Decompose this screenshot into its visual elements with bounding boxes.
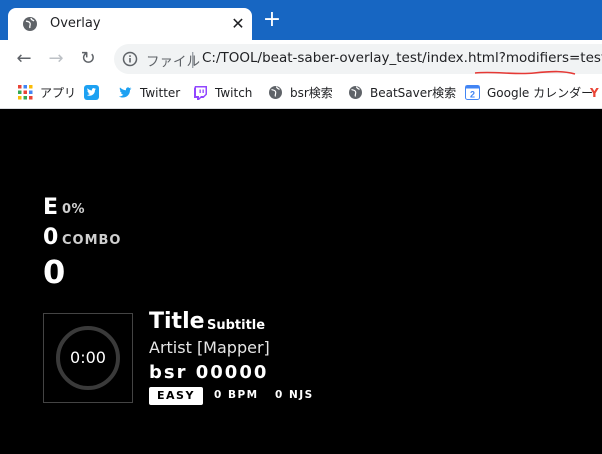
bookmark-bsr-search[interactable]: bsr検索 (268, 84, 333, 102)
globe-icon (23, 17, 37, 31)
browser-titlebar: Overlay ✕ + (0, 0, 602, 40)
browser-tab[interactable]: Overlay ✕ (8, 8, 252, 40)
song-subtitle: Subtitle (207, 318, 266, 333)
song-cover: 0:00 (43, 313, 133, 403)
njs-value: 0 NJS (275, 389, 314, 401)
bookmark-twitter-square[interactable] (84, 84, 106, 102)
song-artist: Artist [Mapper] (149, 338, 270, 357)
timer-text: 0:00 (70, 348, 106, 367)
twitch-icon (194, 86, 207, 100)
bookmark-label: BeatSaver検索 (370, 86, 457, 100)
bookmark-beatsaver-search[interactable]: BeatSaver検索 (348, 84, 456, 102)
bookmark-label: bsr検索 (290, 86, 333, 100)
new-tab-button[interactable]: + (262, 9, 282, 31)
svg-text:2: 2 (470, 90, 475, 100)
url-text[interactable]: C:/TOOL/beat-saber-overlay_test/index.ht… (202, 50, 602, 66)
tab-close-icon[interactable]: ✕ (228, 14, 248, 34)
bookmark-apps[interactable]: アプリ (18, 84, 76, 102)
score-value: 0 (43, 253, 66, 291)
info-icon[interactable] (122, 51, 138, 67)
bookmark-twitch[interactable]: Twitch (193, 84, 252, 102)
forward-button[interactable]: → (46, 49, 66, 69)
reload-button[interactable]: ↻ (78, 49, 98, 69)
back-button[interactable]: ← (14, 49, 34, 69)
bookmark-twitter[interactable]: Twitter (118, 84, 180, 102)
percentage-label: 0% (62, 202, 86, 217)
globe-icon (349, 86, 362, 99)
combo-label: COMBO (62, 233, 122, 248)
bookmark-label: Twitter (140, 86, 181, 100)
combo-count: 0 (43, 225, 59, 250)
url-separator: | (190, 49, 196, 68)
bookmark-label: Google カレンダー (487, 86, 594, 100)
apps-icon (18, 85, 33, 100)
bookmark-label: Twitch (215, 86, 253, 100)
google-calendar-icon: 2 (465, 85, 480, 100)
bpm-value: 0 BPM (214, 389, 259, 401)
bsr-code: bsr 00000 (149, 362, 269, 383)
youtube-icon: Y (590, 86, 599, 100)
twitter-bird-icon (119, 87, 132, 98)
twitter-blue-square-icon (84, 85, 99, 100)
rank-label: E (43, 195, 59, 220)
tab-title: Overlay (50, 16, 101, 31)
url-annotation-underline (474, 70, 576, 75)
bookmark-youtube[interactable]: Y (590, 84, 599, 102)
bookmark-google-calendar[interactable]: 2 Google カレンダー (465, 84, 593, 102)
difficulty-badge: EASY (149, 387, 203, 405)
globe-icon (269, 86, 282, 99)
bookmark-label: アプリ (40, 86, 77, 100)
overlay-stage: E 0% 0 COMBO 0 0:00 Title Subtitle Artis… (0, 109, 602, 454)
song-title: Title (149, 309, 205, 334)
bookmarks-bar: アプリ Twitter Twitch bsr検索 BeatSaver検索 2 G… (0, 78, 602, 109)
